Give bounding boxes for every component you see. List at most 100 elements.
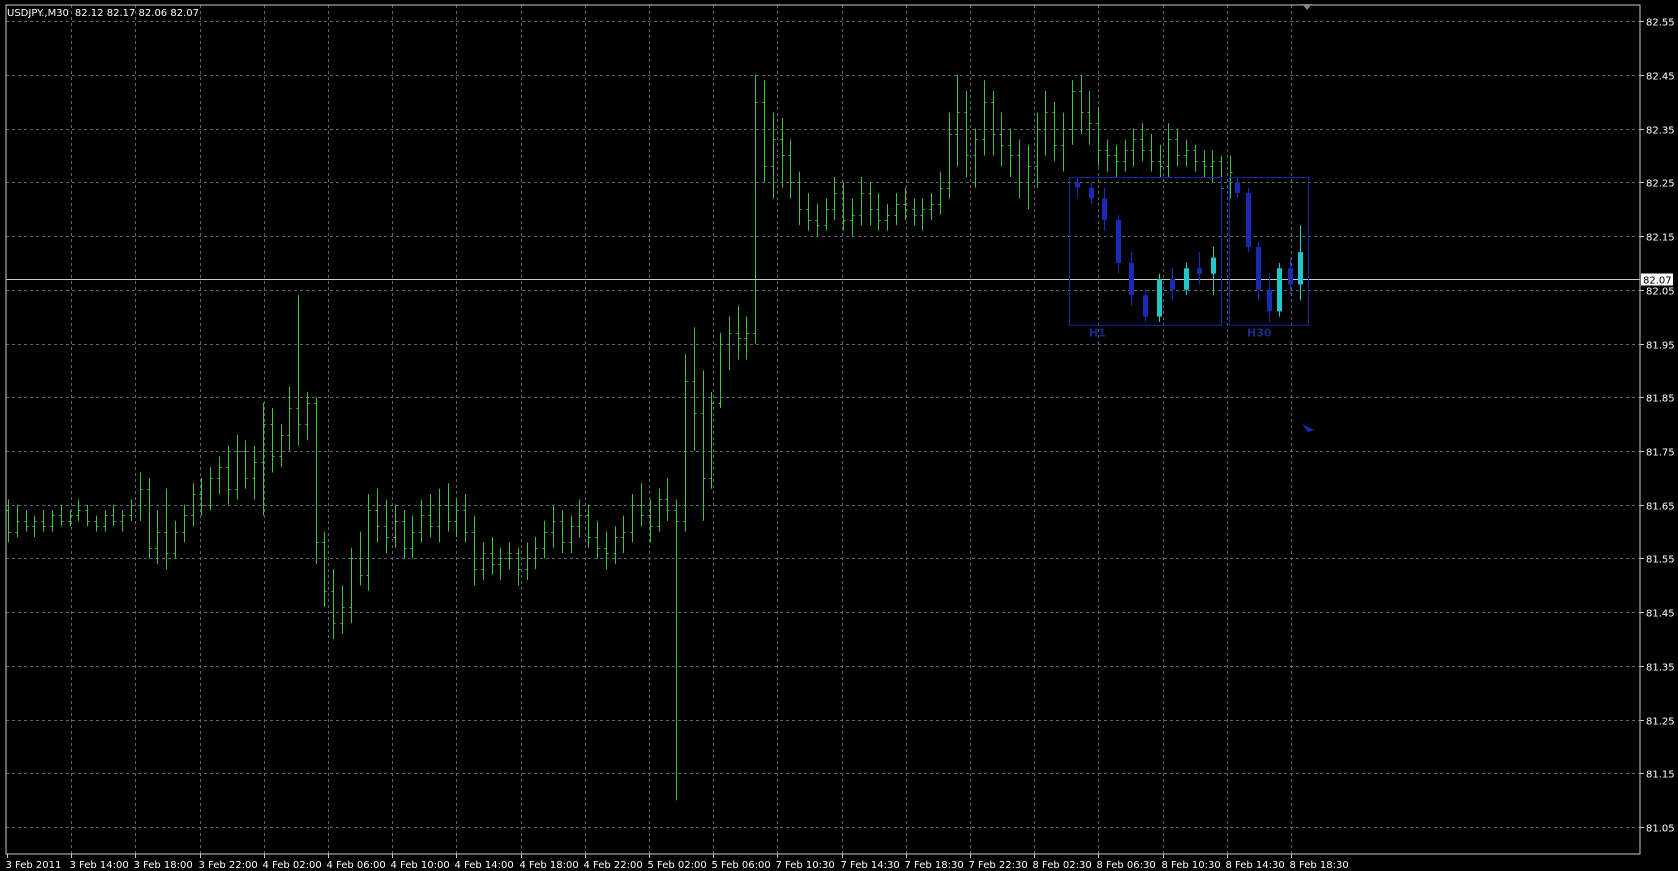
y-tick-label: 82.25 <box>1646 179 1675 190</box>
ohlc-bar <box>129 499 134 521</box>
ohlc-bar <box>1114 144 1119 177</box>
ohlc-bar <box>1008 128 1013 177</box>
x-tick-label: 4 Feb 18:00 <box>520 860 579 871</box>
ohlc-bar <box>692 327 697 451</box>
ohlc-bar <box>366 493 371 591</box>
y-tick-label: 82.15 <box>1646 233 1675 244</box>
current-price-tag: 82.07 <box>1641 273 1673 287</box>
ohlc-bar <box>15 504 20 537</box>
ohlc-bar <box>815 203 820 237</box>
ohlc-bar <box>208 467 213 511</box>
ohlc-bar <box>604 531 609 570</box>
ohlc-bar <box>182 504 187 543</box>
ohlc-bar <box>709 391 714 489</box>
ohlc-bar <box>41 510 46 532</box>
ohlc-bar <box>718 332 723 409</box>
ohlc-bar <box>305 391 310 441</box>
ohlc-bar <box>279 424 284 468</box>
ohlc-bar <box>1087 90 1092 145</box>
ohlc-bar <box>885 203 890 231</box>
ohlc-bar <box>639 483 644 527</box>
x-tick-label: 4 Feb 06:00 <box>327 860 386 871</box>
symbol-title: USDJPY.,M30 82.12 82.17 82.06 82.07 <box>7 8 199 19</box>
ohlc-bar <box>1184 139 1189 167</box>
y-axis: 82.55 82.45 82.35 82.25 82.15 82.05 81.95 81.85… <box>1640 18 1675 835</box>
ohlc-bar <box>76 499 81 521</box>
x-tick-label: 7 Feb 10:30 <box>776 860 835 871</box>
plot-frame <box>5 4 1641 855</box>
overlay-candle <box>1089 182 1094 204</box>
ohlc-bars <box>6 74 1233 801</box>
ohlc-bar <box>1193 144 1198 172</box>
chart-shift-marker-icon[interactable] <box>1302 4 1312 10</box>
ohlc-bar <box>727 316 732 371</box>
overlay-candle <box>1170 268 1175 301</box>
ohlc-bar <box>991 90 996 156</box>
ohlc-bar <box>630 493 635 543</box>
overlay-candle <box>1075 176 1080 199</box>
ohlc-bar <box>85 504 90 527</box>
ohlc-bar <box>771 112 776 199</box>
ohlc-bar <box>147 477 152 559</box>
ohlc-bar <box>780 117 785 188</box>
ohlc-bar <box>296 295 301 446</box>
ohlc-bar <box>1052 101 1057 161</box>
ohlc-bar <box>982 80 987 156</box>
overlay-panel-label: H1 <box>1089 327 1106 340</box>
ohlc-bar <box>498 547 503 580</box>
y-tick-label: 81.35 <box>1646 663 1675 674</box>
price-chart: H1 H30 82.55 82.45 82.35 82.25 82.15 82.05 81.9… <box>5 4 1675 871</box>
ohlc-bar <box>1158 144 1163 177</box>
x-tick-label: 4 Feb 22:00 <box>584 860 643 871</box>
overlay-candle <box>1277 262 1282 317</box>
ohlc-bar <box>1140 123 1145 161</box>
ohlc-bar <box>533 536 538 570</box>
ohlc-bar <box>560 510 565 554</box>
x-tick-label: 4 Feb 02:00 <box>263 860 322 871</box>
ohlc-bar <box>753 74 758 344</box>
ohlc-bar <box>322 531 327 607</box>
ohlc-bar <box>1017 139 1022 199</box>
ohlc-bar <box>824 198 829 231</box>
ohlc-bar <box>1166 123 1171 177</box>
ohlc-bar <box>481 542 486 580</box>
ohlc-bar <box>868 182 873 226</box>
ohlc-bar <box>94 515 99 532</box>
ohlc-bar <box>191 483 196 527</box>
x-tick-label: 5 Feb 06:00 <box>712 860 771 871</box>
ohlc-bar <box>437 488 442 543</box>
y-tick-label: 81.95 <box>1646 341 1675 352</box>
ohlc-bar <box>850 198 855 237</box>
ohlc-values: 82.12 82.17 82.06 82.07 <box>75 8 199 19</box>
ohlc-bar <box>226 445 231 505</box>
x-tick-label: 8 Feb 02:30 <box>1033 860 1092 871</box>
ohlc-bar <box>1079 74 1084 134</box>
x-tick-label: 5 Feb 02:00 <box>648 860 707 871</box>
ohlc-bar <box>569 515 574 554</box>
x-tick-label: 7 Feb 14:30 <box>841 860 900 871</box>
ohlc-bar <box>50 510 55 532</box>
ohlc-bar <box>736 305 741 360</box>
ohlc-bar <box>516 547 521 586</box>
ohlc-bar <box>402 510 407 559</box>
y-tick-label: 81.75 <box>1646 448 1675 459</box>
x-tick-label: 8 Feb 10:30 <box>1162 860 1221 871</box>
overlay-panels: H1 H30 <box>1069 176 1309 340</box>
ohlc-bar <box>586 504 591 548</box>
x-tick-label: 7 Feb 18:30 <box>905 860 964 871</box>
y-tick-label: 81.85 <box>1646 394 1675 405</box>
ohlc-bar <box>744 316 749 360</box>
x-tick-label: 3 Feb 2011 <box>6 860 62 871</box>
ohlc-bar <box>542 520 547 559</box>
y-tick-label: 81.65 <box>1646 502 1675 513</box>
y-tick-label: 81.05 <box>1646 824 1675 835</box>
ohlc-bar <box>173 520 178 559</box>
ohlc-bar <box>947 112 952 199</box>
ohlc-bar <box>551 504 556 548</box>
ohlc-bar <box>243 440 248 489</box>
ohlc-bar <box>657 488 662 532</box>
ohlc-bar <box>1105 139 1110 172</box>
ohlc-bar <box>120 510 125 532</box>
x-tick-label: 3 Feb 18:00 <box>134 860 193 871</box>
overlay-panel: H1 <box>1069 176 1222 340</box>
